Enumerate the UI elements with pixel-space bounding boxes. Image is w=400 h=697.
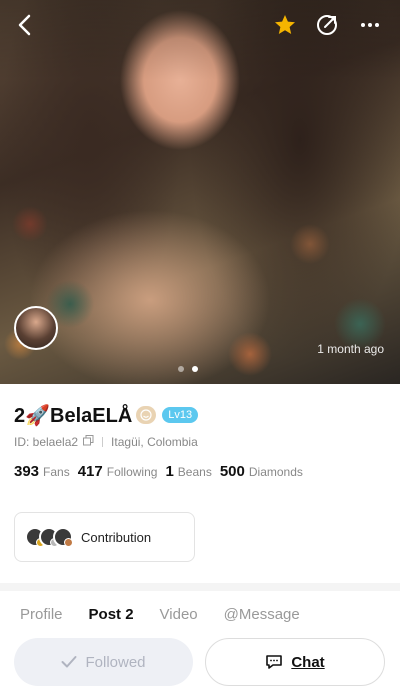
followed-label: Followed [85, 653, 146, 671]
copy-icon[interactable] [83, 435, 94, 449]
smile-badge-icon [136, 406, 157, 424]
profile-photo[interactable]: 1 month ago [0, 0, 400, 384]
contribution-label: Contribution [81, 529, 152, 545]
back-button[interactable] [10, 10, 40, 40]
beans-label: Beans [177, 465, 212, 479]
favorite-button[interactable] [270, 10, 300, 40]
fans-count[interactable]: 393 [14, 463, 39, 480]
diamonds-count: 500 [219, 463, 245, 480]
contribution-card[interactable]: Contribution [14, 512, 195, 562]
id-row: ID: belaela2 Itagüi, Colombia [14, 434, 198, 450]
share-button[interactable] [312, 10, 342, 40]
pager-dot-active [192, 366, 198, 372]
star-icon [275, 15, 295, 34]
tab-post[interactable]: Post 2 [89, 606, 134, 633]
location: Itagüi, Colombia [111, 435, 198, 449]
profile-name: 2🚀BelaELÅ [14, 404, 133, 427]
id-separator [102, 437, 104, 447]
name-row: 2🚀BelaELÅ Lv13 [14, 403, 199, 427]
fans-label[interactable]: Fans [43, 465, 70, 479]
share-icon [317, 15, 337, 35]
tab-profile[interactable]: Profile [20, 606, 63, 623]
bottom-action-bar: Followed Chat [0, 628, 400, 697]
more-icon [361, 23, 379, 27]
profile-tabs: Profile Post 2 Video @Message [20, 606, 326, 633]
user-id: ID: belaela2 [14, 435, 79, 449]
check-icon [61, 656, 77, 668]
chat-label: Chat [291, 653, 325, 671]
followed-button[interactable]: Followed [14, 638, 193, 686]
post-thumbnail[interactable] [14, 306, 58, 350]
beans-count: 1 [165, 463, 174, 480]
diamonds-label: Diamonds [248, 465, 303, 479]
chat-bubble-icon [266, 655, 283, 669]
contributor-avatars [25, 527, 73, 547]
more-button[interactable] [355, 10, 385, 40]
contributor-avatar [53, 527, 73, 547]
chat-button[interactable]: Chat [205, 638, 385, 686]
post-time-label: 1 month ago [317, 342, 384, 356]
photo-pager-dots [178, 366, 198, 372]
tab-message[interactable]: @Message [224, 606, 300, 623]
level-badge: Lv13 [162, 407, 199, 423]
following-count[interactable]: 417 [78, 463, 103, 480]
following-label[interactable]: Following [107, 465, 158, 479]
tab-video[interactable]: Video [160, 606, 198, 623]
section-divider [0, 583, 400, 591]
pager-dot [178, 366, 184, 372]
chevron-left-icon [18, 14, 31, 36]
stats-row: 393 Fans 417 Following 1 Beans 500 Diamo… [14, 463, 311, 480]
